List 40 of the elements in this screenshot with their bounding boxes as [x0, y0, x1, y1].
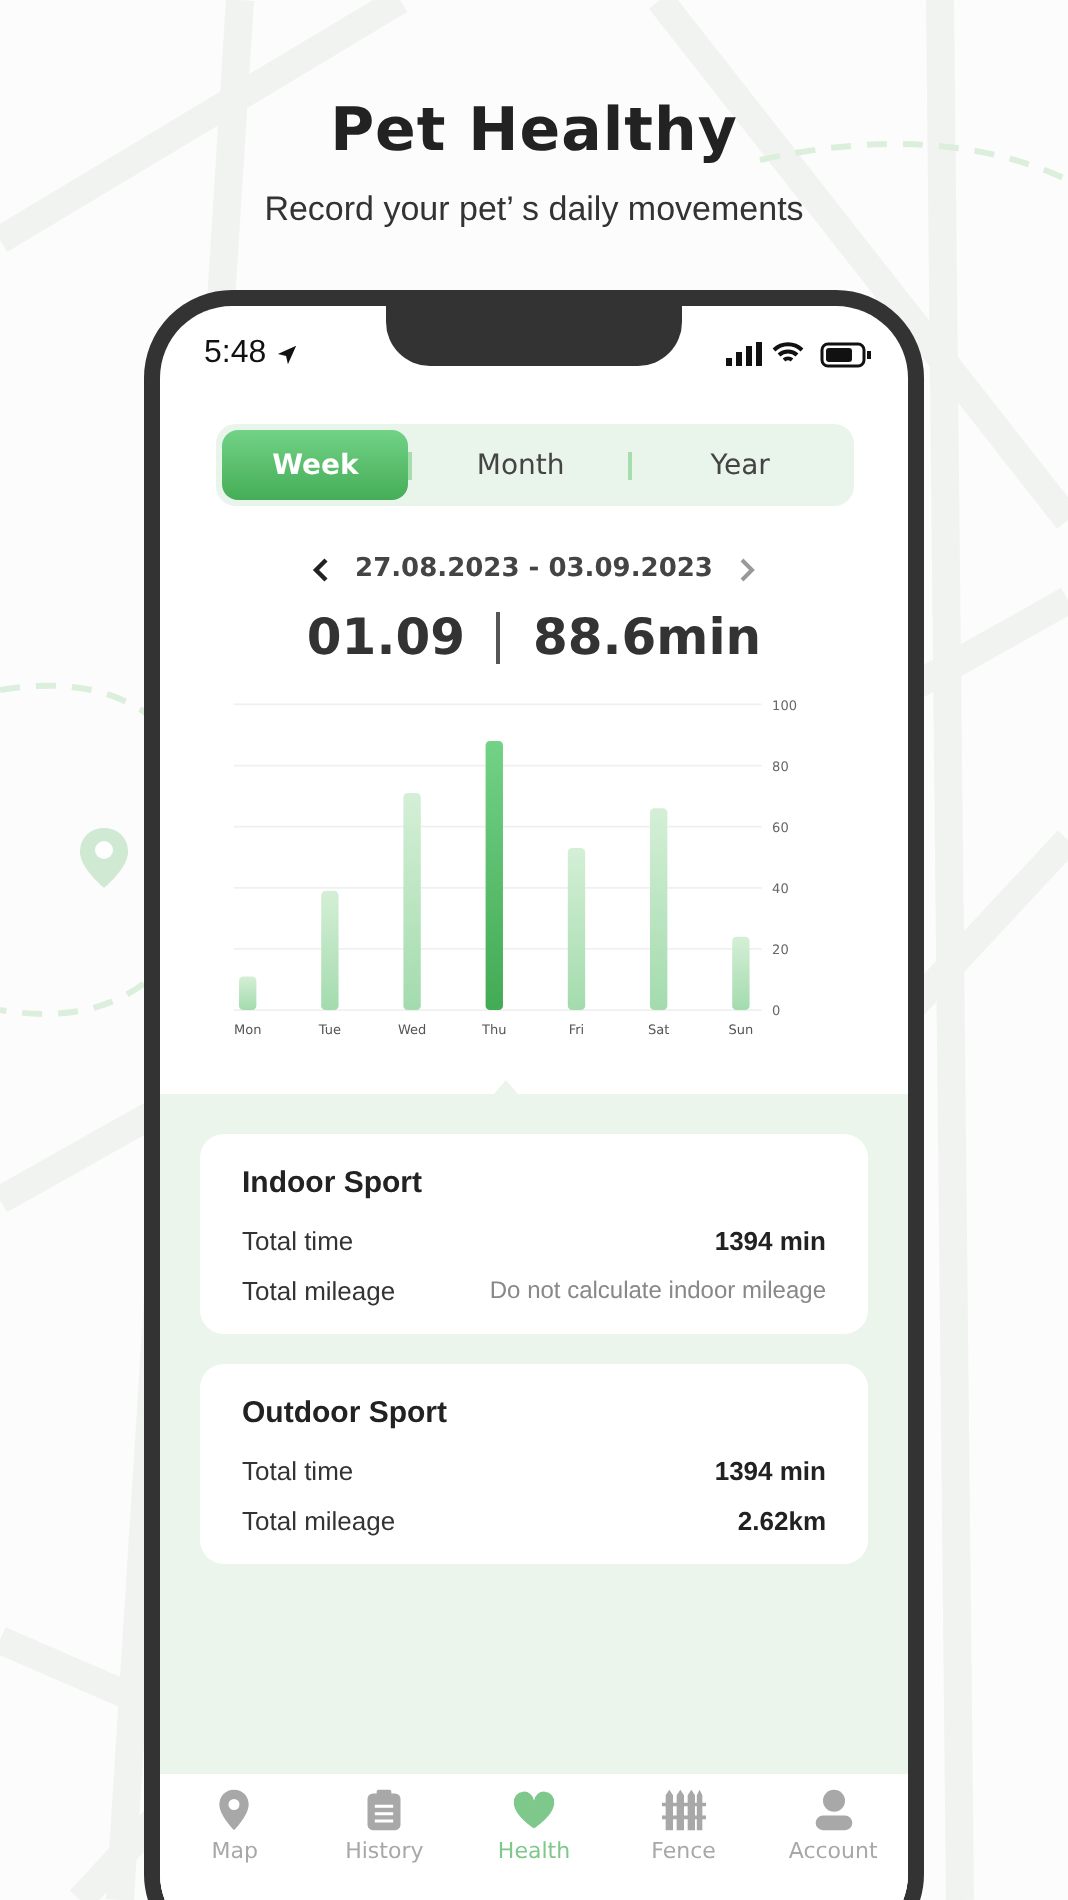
stat-label: Total time	[242, 1226, 354, 1256]
chart-bar[interactable]	[732, 936, 750, 1011]
selected-date: 01.09	[306, 608, 465, 666]
chart-bar[interactable]	[239, 976, 257, 1011]
period-tab[interactable]: Week	[222, 430, 409, 500]
stat-value: 1394 min	[714, 1456, 826, 1486]
stat-value: 1394 min	[714, 1226, 826, 1256]
clipboard-icon	[362, 1788, 407, 1832]
battery-icon	[820, 341, 872, 367]
status-time: 5:48	[204, 336, 267, 372]
chart-bar[interactable]	[485, 741, 503, 1011]
chart-bar[interactable]	[321, 890, 339, 1011]
person-icon	[811, 1788, 856, 1832]
chart-bar[interactable]	[567, 848, 586, 1011]
page-subtitle: Record your pet’ s daily movements	[264, 190, 804, 230]
selected-value: 88.6min	[532, 608, 762, 666]
nav-item[interactable]: Health	[463, 1786, 604, 1900]
card-title: Indoor Sport	[242, 1166, 424, 1200]
fence-icon	[661, 1788, 706, 1832]
wifi-icon	[772, 342, 804, 366]
date-range: 27.08.2023 - 03.09.2023	[355, 554, 713, 584]
stat-label: Total mileage	[242, 1506, 396, 1536]
period-tab[interactable]: Month	[412, 430, 629, 500]
page-title: Pet Healthy	[330, 96, 738, 166]
stat-label: Total mileage	[242, 1276, 396, 1306]
stat-value: Do not calculate indoor mileage	[489, 1276, 826, 1306]
nav-item[interactable]: Map	[164, 1786, 305, 1900]
stat-value: 2.62km	[737, 1506, 826, 1536]
map-pin-icon	[80, 828, 128, 892]
chart-bar[interactable]	[650, 808, 668, 1011]
card-title: Outdoor Sport	[242, 1396, 449, 1430]
nav-item[interactable]: History	[314, 1786, 455, 1900]
period-tab[interactable]: Year	[632, 430, 849, 500]
heart-icon	[511, 1788, 556, 1832]
location-arrow-icon	[276, 343, 299, 365]
signal-icon	[726, 342, 762, 366]
nav-item[interactable]: Fence	[613, 1786, 754, 1900]
nav-item[interactable]: Account	[763, 1786, 904, 1900]
chart-bar[interactable]	[403, 793, 421, 1011]
stat-label: Total time	[242, 1456, 354, 1486]
